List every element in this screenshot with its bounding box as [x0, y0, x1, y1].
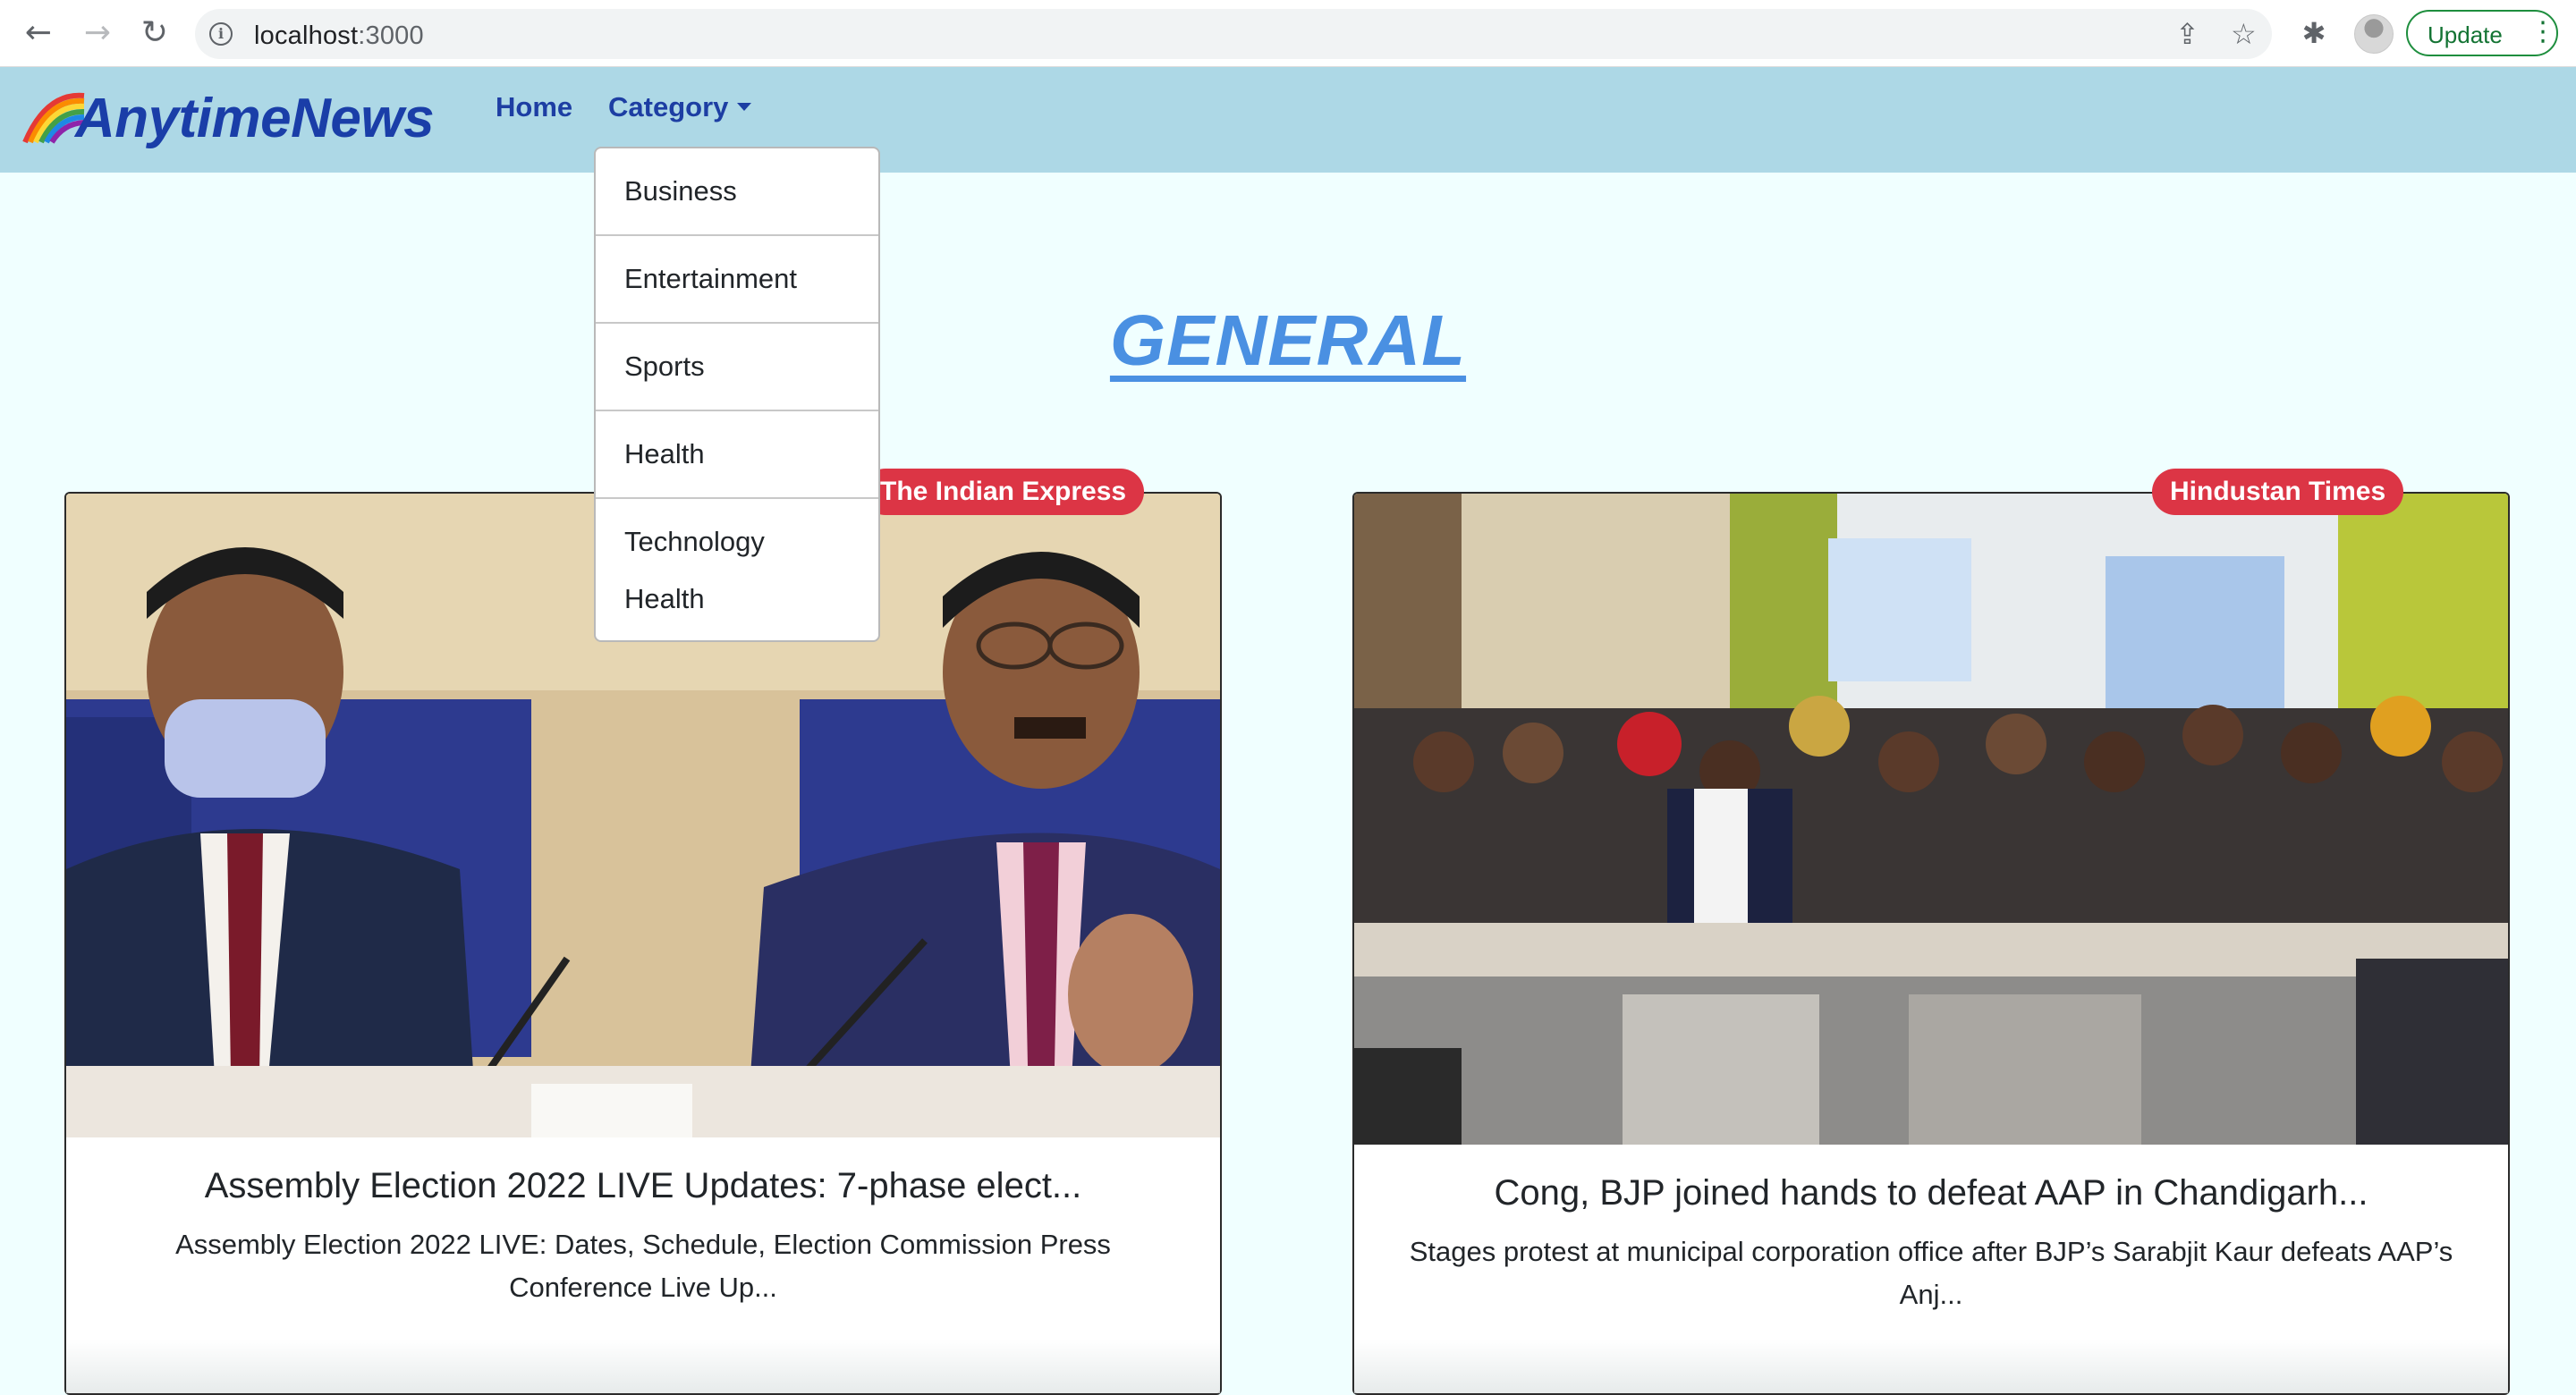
browser-toolbar: ← → ↻ i localhost:3000 ⇪ ☆ ✱ Update ⋮ — [0, 0, 2576, 67]
news-description: Stages protest at municipal corporation … — [1409, 1236, 2453, 1310]
dropdown-divider — [596, 234, 878, 236]
news-image — [1354, 494, 2508, 1145]
kebab-menu-icon[interactable]: ⋮ — [2529, 17, 2556, 47]
news-photo-chandigarh — [1354, 494, 2508, 1145]
avatar[interactable] — [2354, 14, 2394, 54]
dropdown-item-health-2[interactable]: Health — [596, 583, 878, 615]
info-icon[interactable]: i — [209, 22, 233, 46]
dropdown-divider — [596, 410, 878, 411]
url-text[interactable]: localhost:3000 — [254, 21, 424, 51]
forward-arrow-icon[interactable]: → — [77, 13, 118, 54]
dropdown-item-sports[interactable]: Sports — [596, 351, 878, 383]
back-arrow-icon[interactable]: ← — [18, 13, 59, 54]
nav-home-link[interactable]: Home — [496, 91, 572, 123]
source-badge: The Indian Express — [862, 469, 1145, 515]
nav-category-label: Category — [608, 91, 729, 123]
category-dropdown-menu: Business Entertainment Sports Health Tec… — [594, 147, 880, 642]
reload-icon[interactable]: ↻ — [134, 13, 175, 54]
card-bottom-fade — [1354, 1340, 2508, 1393]
dropdown-divider — [596, 322, 878, 324]
nav-category-toggle[interactable]: Category — [608, 91, 752, 123]
dropdown-item-technology[interactable]: Technology — [596, 526, 878, 558]
update-button[interactable]: Update ⋮ — [2406, 10, 2558, 56]
update-label: Update — [2428, 21, 2503, 48]
dropdown-item-business[interactable]: Business — [596, 175, 878, 207]
source-badge: Hindustan Times — [2152, 469, 2404, 515]
site-navbar: AnytimeNews Home Category — [0, 67, 2576, 173]
extensions-icon[interactable]: ✱ — [2297, 16, 2331, 50]
news-title: Assembly Election 2022 LIVE Updates: 7-p… — [204, 1166, 1082, 1205]
card-bottom-fade — [66, 1340, 1220, 1393]
dropdown-divider — [596, 497, 878, 499]
dropdown-item-health[interactable]: Health — [596, 438, 878, 470]
brand-name: AnytimeNews — [75, 88, 435, 149]
url-port: :3000 — [358, 21, 424, 50]
page-title: GENERAL — [1109, 300, 1467, 380]
news-card: Hindustan Times Cong, BJP joined hands t… — [1352, 469, 2510, 1395]
caret-down-icon — [737, 103, 752, 111]
address-bar[interactable]: i localhost:3000 ⇪ ☆ — [195, 9, 2272, 59]
star-icon[interactable]: ☆ — [2231, 20, 2257, 48]
url-host: localhost — [254, 21, 359, 50]
dropdown-item-entertainment[interactable]: Entertainment — [596, 263, 878, 295]
share-icon[interactable]: ⇪ — [2175, 20, 2199, 48]
news-title: Cong, BJP joined hands to defeat AAP in … — [1494, 1173, 2368, 1213]
news-description: Assembly Election 2022 LIVE: Dates, Sche… — [175, 1229, 1111, 1303]
